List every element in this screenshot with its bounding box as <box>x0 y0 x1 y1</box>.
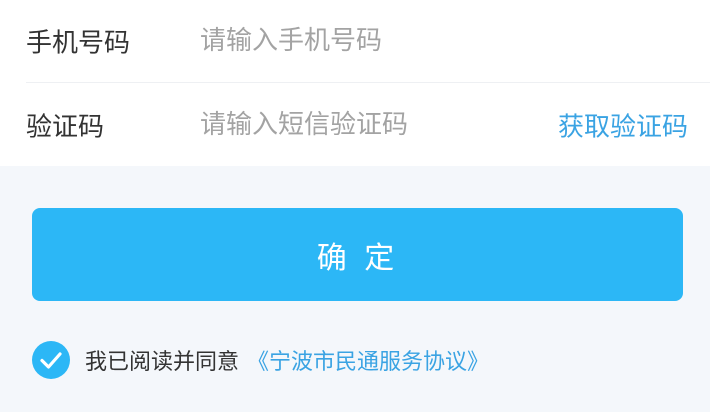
login-form: 手机号码 验证码 获取验证码 <box>0 0 710 166</box>
phone-input[interactable] <box>200 21 680 61</box>
agreement-link[interactable]: 《宁波市民通服务协议》 <box>247 344 489 376</box>
code-row: 验证码 获取验证码 <box>0 83 710 166</box>
phone-label: 手机号码 <box>26 28 131 59</box>
code-label: 验证码 <box>26 112 105 142</box>
check-circle-icon[interactable] <box>32 341 70 379</box>
sms-code-input[interactable] <box>200 104 530 145</box>
confirm-button[interactable]: 确 定 <box>32 208 683 301</box>
get-code-button[interactable]: 获取验证码 <box>558 106 688 143</box>
phone-row: 手机号码 <box>0 0 710 82</box>
agreement: 我已阅读并同意 《宁波市民通服务协议》 <box>32 341 489 379</box>
agreement-text: 我已阅读并同意 <box>85 350 240 375</box>
